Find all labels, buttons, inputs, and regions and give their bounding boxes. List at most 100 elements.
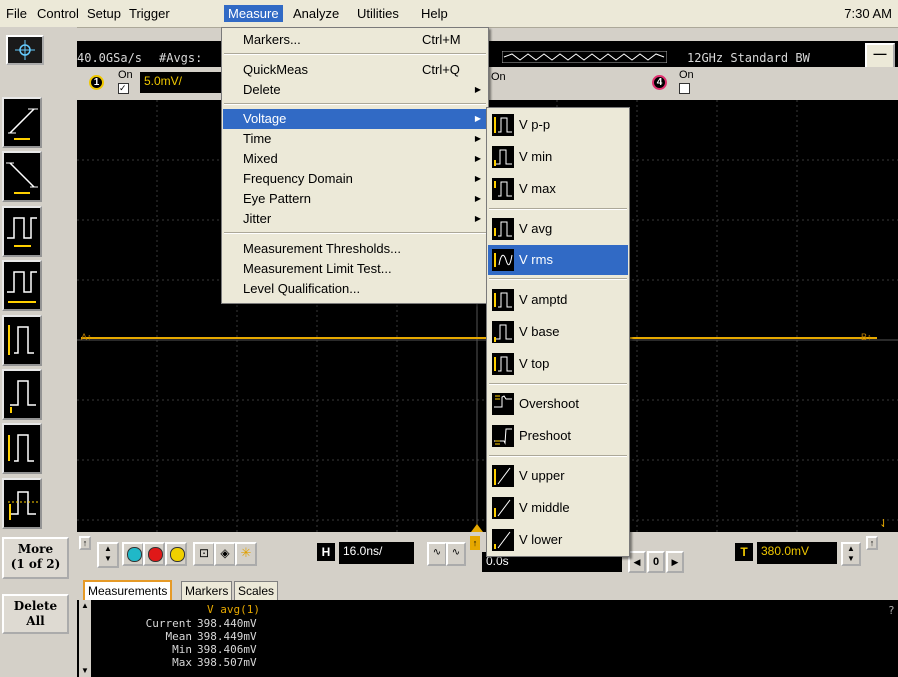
menu-item-measurement-thresholds[interactable]: Measurement Thresholds... bbox=[223, 239, 487, 259]
function-icon[interactable]: ◈ bbox=[214, 542, 236, 566]
trigger-stepper[interactable]: ▲ ▼ bbox=[841, 542, 861, 566]
measurement-title: V avg(1) bbox=[207, 603, 260, 616]
vpp-icon[interactable] bbox=[2, 315, 42, 366]
tab-measurements[interactable]: Measurements bbox=[83, 580, 173, 600]
channel-4-icon[interactable]: 4 bbox=[652, 75, 667, 90]
delete-all-button[interactable]: Delete All bbox=[2, 594, 69, 634]
fine-coarse-icon[interactable]: ∿ bbox=[427, 542, 447, 566]
menu-item-mixed[interactable]: Mixed ▶ bbox=[223, 149, 487, 169]
marker-b[interactable]: B↑ bbox=[861, 332, 872, 342]
menu-item-vpp[interactable]: V p-p bbox=[488, 110, 628, 140]
vtop-icon[interactable] bbox=[2, 423, 42, 474]
menu-item-overshoot[interactable]: Overshoot bbox=[488, 389, 628, 419]
menu-item-level-qualification[interactable]: Level Qualification... bbox=[223, 279, 487, 299]
vertical-stepper[interactable]: ▲ ▼ bbox=[97, 542, 119, 568]
max-label: Max bbox=[172, 656, 192, 669]
vtop-icon bbox=[492, 353, 514, 375]
menu-analyze[interactable]: Analyze bbox=[289, 5, 343, 22]
menu-item-voltage[interactable]: Voltage ▶ bbox=[223, 109, 487, 129]
channel-4-checkbox[interactable] bbox=[679, 83, 690, 94]
channel-1-checkbox[interactable]: ✓ bbox=[118, 83, 129, 94]
red-channel-button[interactable] bbox=[143, 542, 165, 566]
marker-a[interactable]: A↑ bbox=[81, 332, 92, 342]
vrms-icon bbox=[492, 249, 514, 271]
vamptd-icon bbox=[492, 289, 514, 311]
arrow-up-icon[interactable]: ↑ bbox=[79, 536, 91, 550]
more-button[interactable]: More (1 of 2) bbox=[2, 537, 69, 579]
trigger-arrow-icon[interactable]: ↑ bbox=[866, 536, 878, 550]
menu-item-vmin[interactable]: V min bbox=[488, 142, 628, 172]
menu-item-vbase[interactable]: V base bbox=[488, 317, 628, 347]
tab-scales[interactable]: Scales bbox=[234, 581, 279, 600]
measurement-tabs: Measurements Markers Scales bbox=[77, 578, 898, 600]
help-icon[interactable]: ? bbox=[888, 605, 895, 616]
vmax-icon bbox=[492, 178, 514, 200]
waveform-memory-icon[interactable]: ⊡ bbox=[193, 542, 215, 566]
frequency-icon[interactable] bbox=[2, 260, 42, 311]
channel-1-on-label: On bbox=[118, 69, 133, 81]
left-toolbar: More (1 of 2) Delete All bbox=[0, 27, 77, 677]
trigger-icon[interactable]: T bbox=[735, 543, 753, 561]
menu-bar: File Control Setup Trigger Measure Analy… bbox=[0, 0, 898, 28]
trigger-level-field[interactable]: 380.0mV bbox=[757, 542, 837, 564]
menu-item-measurement-limit-test[interactable]: Measurement Limit Test... bbox=[223, 259, 487, 279]
menu-item-vavg[interactable]: V avg bbox=[488, 214, 628, 244]
vpp-icon bbox=[492, 114, 514, 136]
menu-item-vmax[interactable]: V max bbox=[488, 174, 628, 204]
channel-1-icon[interactable]: 1 bbox=[89, 75, 104, 90]
yellow-channel-button[interactable] bbox=[165, 542, 187, 566]
menu-help[interactable]: Help bbox=[417, 5, 452, 22]
delay-right-arrow[interactable]: ▶ bbox=[666, 551, 684, 573]
menu-item-markers[interactable]: Markers... Ctrl+M bbox=[223, 30, 487, 50]
channel-1-scale[interactable]: 5.0mV/ bbox=[140, 72, 224, 93]
autoscale-icon[interactable]: ✳ bbox=[235, 542, 257, 566]
vmiddle-icon bbox=[492, 497, 514, 519]
menu-item-vtop[interactable]: V top bbox=[488, 349, 628, 379]
horizontal-icon[interactable]: H bbox=[317, 543, 335, 561]
overshoot-icon bbox=[492, 393, 514, 415]
menu-item-vmiddle[interactable]: V middle bbox=[488, 493, 628, 523]
menu-setup[interactable]: Setup bbox=[83, 5, 125, 22]
measure-menu: Markers... Ctrl+M QuickMeas Ctrl+Q Delete ▶… bbox=[221, 27, 489, 304]
minimize-icon[interactable]: — bbox=[865, 43, 895, 69]
tab-markers[interactable]: Markers bbox=[181, 581, 233, 600]
more-page: (1 of 2) bbox=[10, 557, 61, 571]
wave-icon[interactable]: ∿ bbox=[446, 542, 466, 566]
averages-label: #Avgs: bbox=[159, 51, 203, 65]
vbase-icon[interactable] bbox=[2, 478, 42, 529]
channel-3-on-label: On bbox=[491, 71, 506, 83]
menu-item-frequency-domain[interactable]: Frequency Domain ▶ bbox=[223, 169, 487, 189]
menu-item-jitter[interactable]: Jitter ▶ bbox=[223, 209, 487, 229]
menu-item-vrms[interactable]: V rms bbox=[488, 245, 628, 275]
voltage-submenu: V p-p V min V max V avg V rms V amptd V … bbox=[486, 107, 630, 557]
vamptd-icon[interactable] bbox=[2, 369, 42, 420]
rise-time-icon[interactable] bbox=[2, 97, 42, 148]
delay-value[interactable]: 0 bbox=[647, 551, 665, 573]
period-icon[interactable] bbox=[2, 206, 42, 257]
menu-item-quickmeas[interactable]: QuickMeas Ctrl+Q bbox=[223, 60, 487, 80]
menu-item-vupper[interactable]: V upper bbox=[488, 461, 628, 491]
menu-item-delete[interactable]: Delete ▶ bbox=[223, 80, 487, 100]
results-scrollbar[interactable]: ▲ ▼ bbox=[79, 600, 91, 677]
menu-utilities[interactable]: Utilities bbox=[353, 5, 403, 22]
delay-left-arrow[interactable]: ◀ bbox=[628, 551, 646, 573]
max-value: 398.507mV bbox=[197, 656, 257, 669]
trigger-level-marker-icon: ⇃ bbox=[879, 518, 889, 530]
menu-measure[interactable]: Measure bbox=[224, 5, 283, 22]
acquisition-icon[interactable] bbox=[6, 35, 44, 65]
cyan-channel-button[interactable] bbox=[122, 542, 144, 566]
menu-file[interactable]: File bbox=[2, 5, 31, 22]
menu-control[interactable]: Control bbox=[33, 5, 83, 22]
menu-item-vlower[interactable]: V lower bbox=[488, 525, 628, 555]
all-label: All bbox=[26, 614, 45, 628]
menu-item-eye-pattern[interactable]: Eye Pattern ▶ bbox=[223, 189, 487, 209]
menu-item-time[interactable]: Time ▶ bbox=[223, 129, 487, 149]
vupper-icon bbox=[492, 465, 514, 487]
menu-trigger[interactable]: Trigger bbox=[125, 5, 174, 22]
fall-time-icon[interactable] bbox=[2, 151, 42, 202]
timebase-field[interactable]: 16.0ns/ bbox=[339, 542, 414, 564]
channel-4-on-label: On bbox=[679, 69, 694, 81]
menu-item-vamptd[interactable]: V amptd bbox=[488, 285, 628, 315]
vavg-icon bbox=[492, 218, 514, 240]
menu-item-preshoot[interactable]: Preshoot bbox=[488, 421, 628, 451]
